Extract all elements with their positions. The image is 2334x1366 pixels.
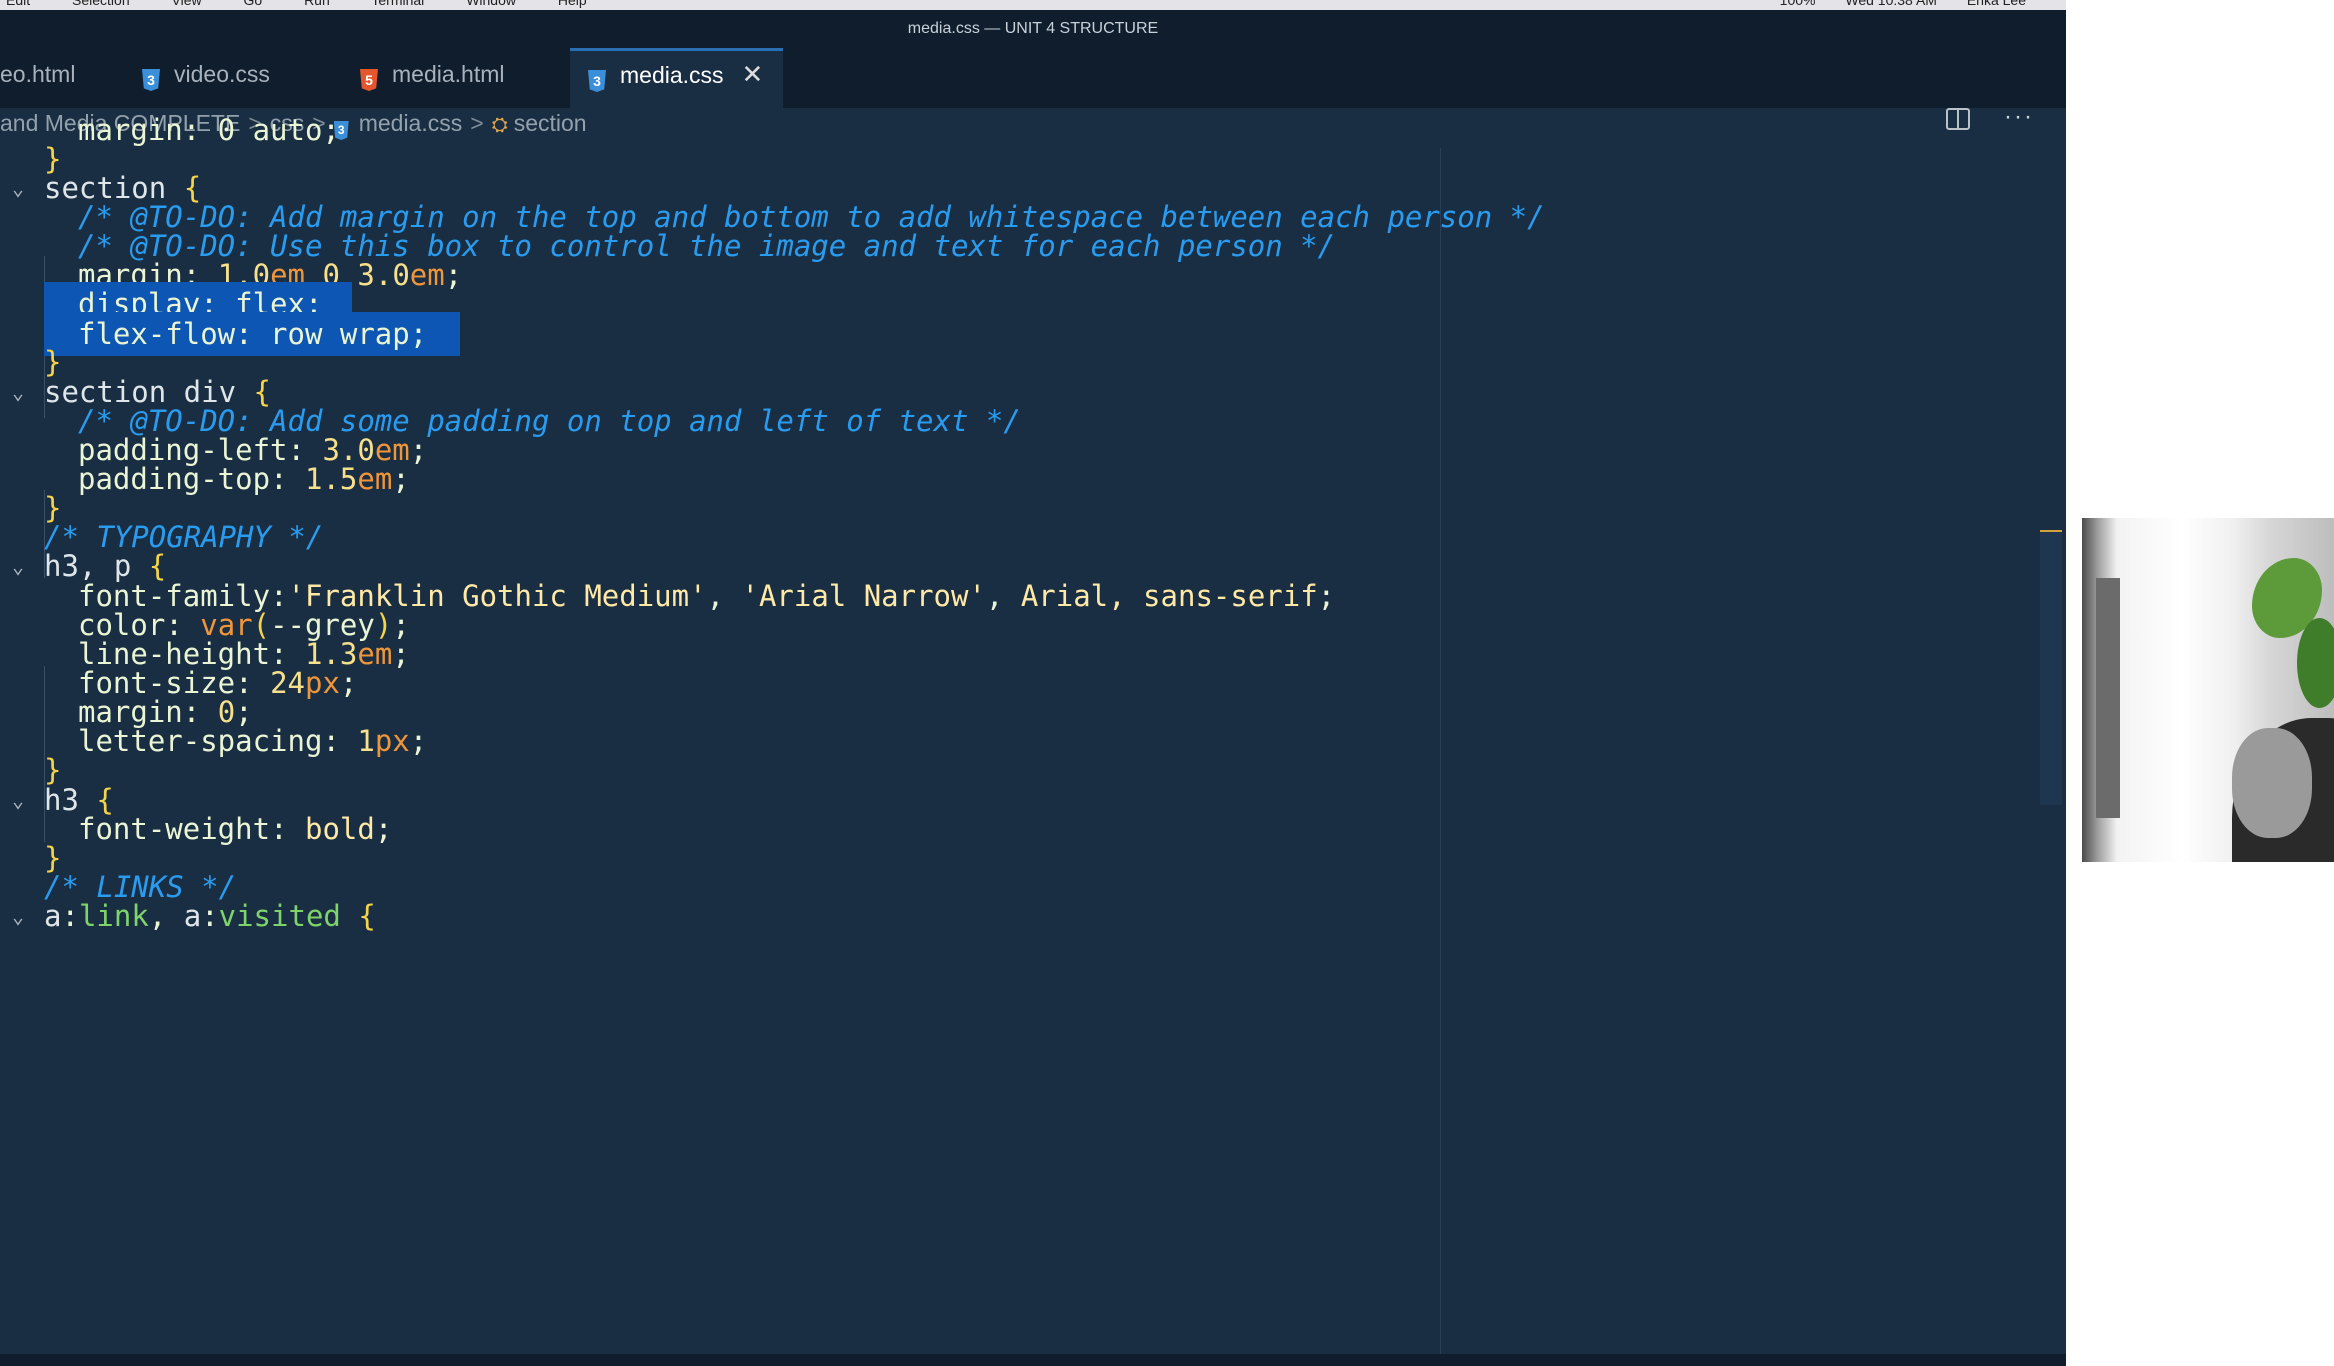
chevron-down-icon[interactable]: ⌄ xyxy=(12,894,24,938)
menu-run[interactable]: Run xyxy=(304,0,330,8)
menubar-user[interactable]: Erika Lee xyxy=(1967,0,2026,8)
editor-tab-bar: eo.html 3 video.css 5 media.html 3 media.cs… xyxy=(0,48,2066,130)
code-line-selected: flex-flow: row wrap; xyxy=(44,312,460,356)
tab-label: video.css xyxy=(174,61,270,87)
code-line: padding-top: 1.5em; xyxy=(78,462,410,496)
status-bar xyxy=(0,1354,2066,1366)
tab-media-html[interactable]: 5 media.html xyxy=(360,48,504,108)
editor-window: Edit Selection View Go Run Terminal Wind… xyxy=(0,0,2066,1366)
menu-go[interactable]: Go xyxy=(243,0,262,8)
menu-help[interactable]: Help xyxy=(558,0,587,8)
tab-label: eo.html xyxy=(0,61,76,87)
macos-menubar: Edit Selection View Go Run Terminal Wind… xyxy=(0,0,2066,10)
code-line: ⌄ a:link, a:visited { xyxy=(0,894,376,938)
css-file-icon: 3 xyxy=(142,69,160,91)
tab-media-css[interactable]: 3 media.css ✕ xyxy=(570,48,784,108)
code-editor[interactable]: margin: 0 auto; } ⌄ section { /* @TO-DO: … xyxy=(0,113,2066,1354)
menu-selection[interactable]: Selection xyxy=(72,0,130,8)
battery-percent[interactable]: 100% xyxy=(1780,0,1816,8)
chevron-down-icon[interactable]: ⌄ xyxy=(12,544,24,588)
menubar-clock[interactable]: Wed 10:38 AM xyxy=(1845,0,1937,8)
menu-terminal[interactable]: Terminal xyxy=(371,0,424,8)
chevron-down-icon[interactable]: ⌄ xyxy=(12,370,24,414)
menu-edit[interactable]: Edit xyxy=(6,0,30,8)
editor-scrollbar[interactable] xyxy=(2040,530,2062,805)
chevron-down-icon[interactable]: ⌄ xyxy=(12,778,24,822)
scrollbar-marker xyxy=(2040,530,2062,532)
close-icon[interactable]: ✕ xyxy=(742,48,764,100)
css-file-icon: 3 xyxy=(588,70,606,92)
tab-video-css[interactable]: 3 video.css xyxy=(142,48,270,108)
window-title: media.css — UNIT 4 STRUCTURE xyxy=(0,10,2066,48)
tab-label: media.html xyxy=(392,61,505,87)
html-file-icon: 5 xyxy=(360,69,378,91)
menu-window[interactable]: Window xyxy=(466,0,516,8)
code-line: margin: 0 auto; xyxy=(78,113,340,147)
code-line: letter-spacing: 1px; xyxy=(78,724,428,758)
code-line: font-weight: bold; xyxy=(78,812,393,846)
chevron-down-icon[interactable]: ⌄ xyxy=(12,166,24,210)
tab-label: media.css xyxy=(620,62,724,88)
tab-eo-html[interactable]: eo.html xyxy=(0,48,75,108)
menu-view[interactable]: View xyxy=(172,0,202,8)
webcam-video-overlay xyxy=(2082,518,2334,862)
